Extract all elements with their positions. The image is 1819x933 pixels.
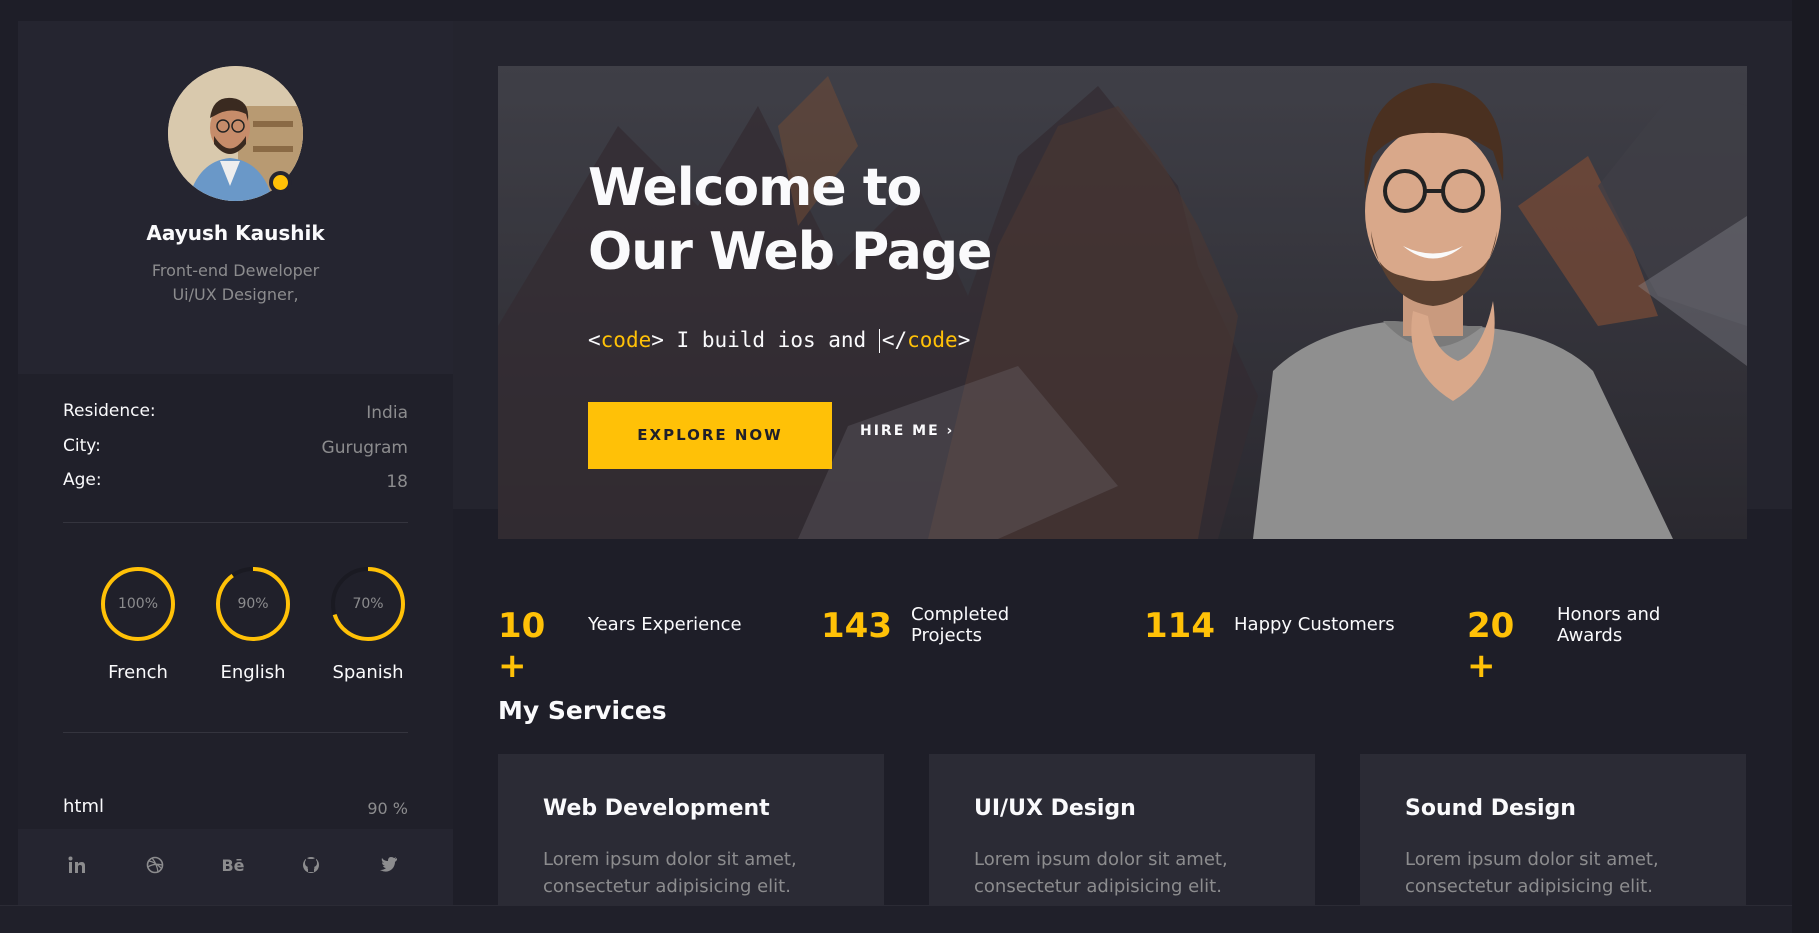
- window-right-edge: [1792, 0, 1819, 933]
- info-key: City:: [63, 436, 101, 456]
- stat-number: 143: [821, 606, 892, 646]
- hero-title: Welcome to Our Web Page: [588, 156, 1188, 284]
- profile-card: Aayush Kaushik Front-end Deweloper Ui/UX…: [18, 21, 453, 374]
- info-row-city: City: Gurugram: [63, 436, 408, 460]
- stat-number: 20 +: [1467, 606, 1515, 686]
- person-photo: [1253, 83, 1673, 539]
- info-value: Gurugram: [321, 438, 408, 458]
- service-card-sound-design[interactable]: Sound Design Lorem ipsum dolor sit amet,…: [1360, 754, 1746, 905]
- profile-name: Aayush Kaushik: [146, 221, 325, 245]
- skill-percent: 90 %: [367, 799, 408, 818]
- info-key: Residence:: [63, 401, 156, 421]
- language-percent: 70%: [352, 596, 384, 612]
- stat-label: Happy Customers: [1234, 614, 1395, 635]
- window-bottom-edge: [0, 905, 1819, 933]
- chevron-right-icon: ›: [946, 423, 955, 439]
- info-key: Age:: [63, 470, 102, 490]
- language-name: Spanish: [332, 662, 404, 683]
- stat-number: 10 +: [498, 606, 546, 686]
- language-percent: 90%: [237, 596, 269, 612]
- divider: [63, 522, 408, 523]
- service-description: Lorem ipsum dolor sit amet, consectetur …: [1405, 849, 1659, 897]
- page-frame: Aayush Kaushik Front-end Deweloper Ui/UX…: [18, 21, 1792, 905]
- divider: [63, 732, 408, 733]
- hire-me-button[interactable]: HIRE ME ›: [860, 423, 954, 439]
- code-text: I build ios and: [663, 328, 879, 352]
- info-row-age: Age: 18: [63, 470, 408, 494]
- service-description: Lorem ipsum dolor sit amet, consectetur …: [974, 849, 1228, 897]
- linkedin-icon[interactable]: [60, 851, 94, 881]
- social-links: Bē: [18, 829, 453, 905]
- code-close-gt: >: [957, 328, 971, 352]
- code-close-tag: code: [907, 328, 958, 352]
- service-card-web-development[interactable]: Web Development Lorem ipsum dolor sit am…: [498, 754, 884, 905]
- service-title: Web Development: [543, 796, 770, 821]
- info-value: 18: [386, 472, 408, 492]
- behance-icon[interactable]: Bē: [216, 851, 250, 881]
- explore-now-button[interactable]: EXPLORE NOW: [588, 402, 832, 469]
- profile-role-line1: Front-end Deweloper: [151, 261, 320, 280]
- stat-label: Honors and Awards: [1557, 604, 1661, 646]
- online-status-indicator: [269, 171, 292, 194]
- language-name: English: [220, 662, 286, 683]
- hero-title-line2: Our Web Page: [588, 222, 992, 282]
- dribbble-icon[interactable]: [138, 851, 172, 881]
- hero-typed-code: <code> I build ios and </code>: [588, 328, 970, 353]
- github-icon[interactable]: [294, 851, 328, 881]
- stat-label: Years Experience: [588, 614, 742, 635]
- code-open-lt: <: [588, 328, 601, 352]
- code-open-gt: >: [651, 328, 664, 352]
- code-open-tag: code: [600, 328, 652, 352]
- sidebar: Aayush Kaushik Front-end Deweloper Ui/UX…: [18, 21, 453, 905]
- language-name: French: [108, 662, 168, 683]
- language-spanish: 70% Spanish: [323, 566, 413, 683]
- service-title: Sound Design: [1405, 796, 1576, 821]
- code-close-lt: </: [881, 328, 908, 352]
- hero-title-line1: Welcome to: [588, 158, 922, 218]
- info-row-residence: Residence: India: [63, 401, 408, 425]
- profile-role-line2: Ui/UX Designer,: [172, 285, 299, 304]
- service-description: Lorem ipsum dolor sit amet, consectetur …: [543, 849, 797, 897]
- twitter-icon[interactable]: [372, 851, 406, 881]
- stat-number: 114: [1144, 606, 1215, 646]
- service-title: UI/UX Design: [974, 796, 1136, 821]
- service-card-uiux-design[interactable]: UI/UX Design Lorem ipsum dolor sit amet,…: [929, 754, 1315, 905]
- hero-banner: Welcome to Our Web Page <code> I build i…: [498, 66, 1747, 539]
- language-french: 100% French: [93, 566, 183, 683]
- skill-name: html: [63, 796, 105, 817]
- typing-cursor: [878, 329, 880, 353]
- stat-label: Completed Projects: [911, 604, 1010, 646]
- services-heading: My Services: [498, 696, 667, 725]
- hire-me-label: HIRE ME: [860, 423, 940, 439]
- language-percent: 100%: [117, 596, 159, 612]
- info-value: India: [366, 403, 408, 423]
- language-english: 90% English: [208, 566, 298, 683]
